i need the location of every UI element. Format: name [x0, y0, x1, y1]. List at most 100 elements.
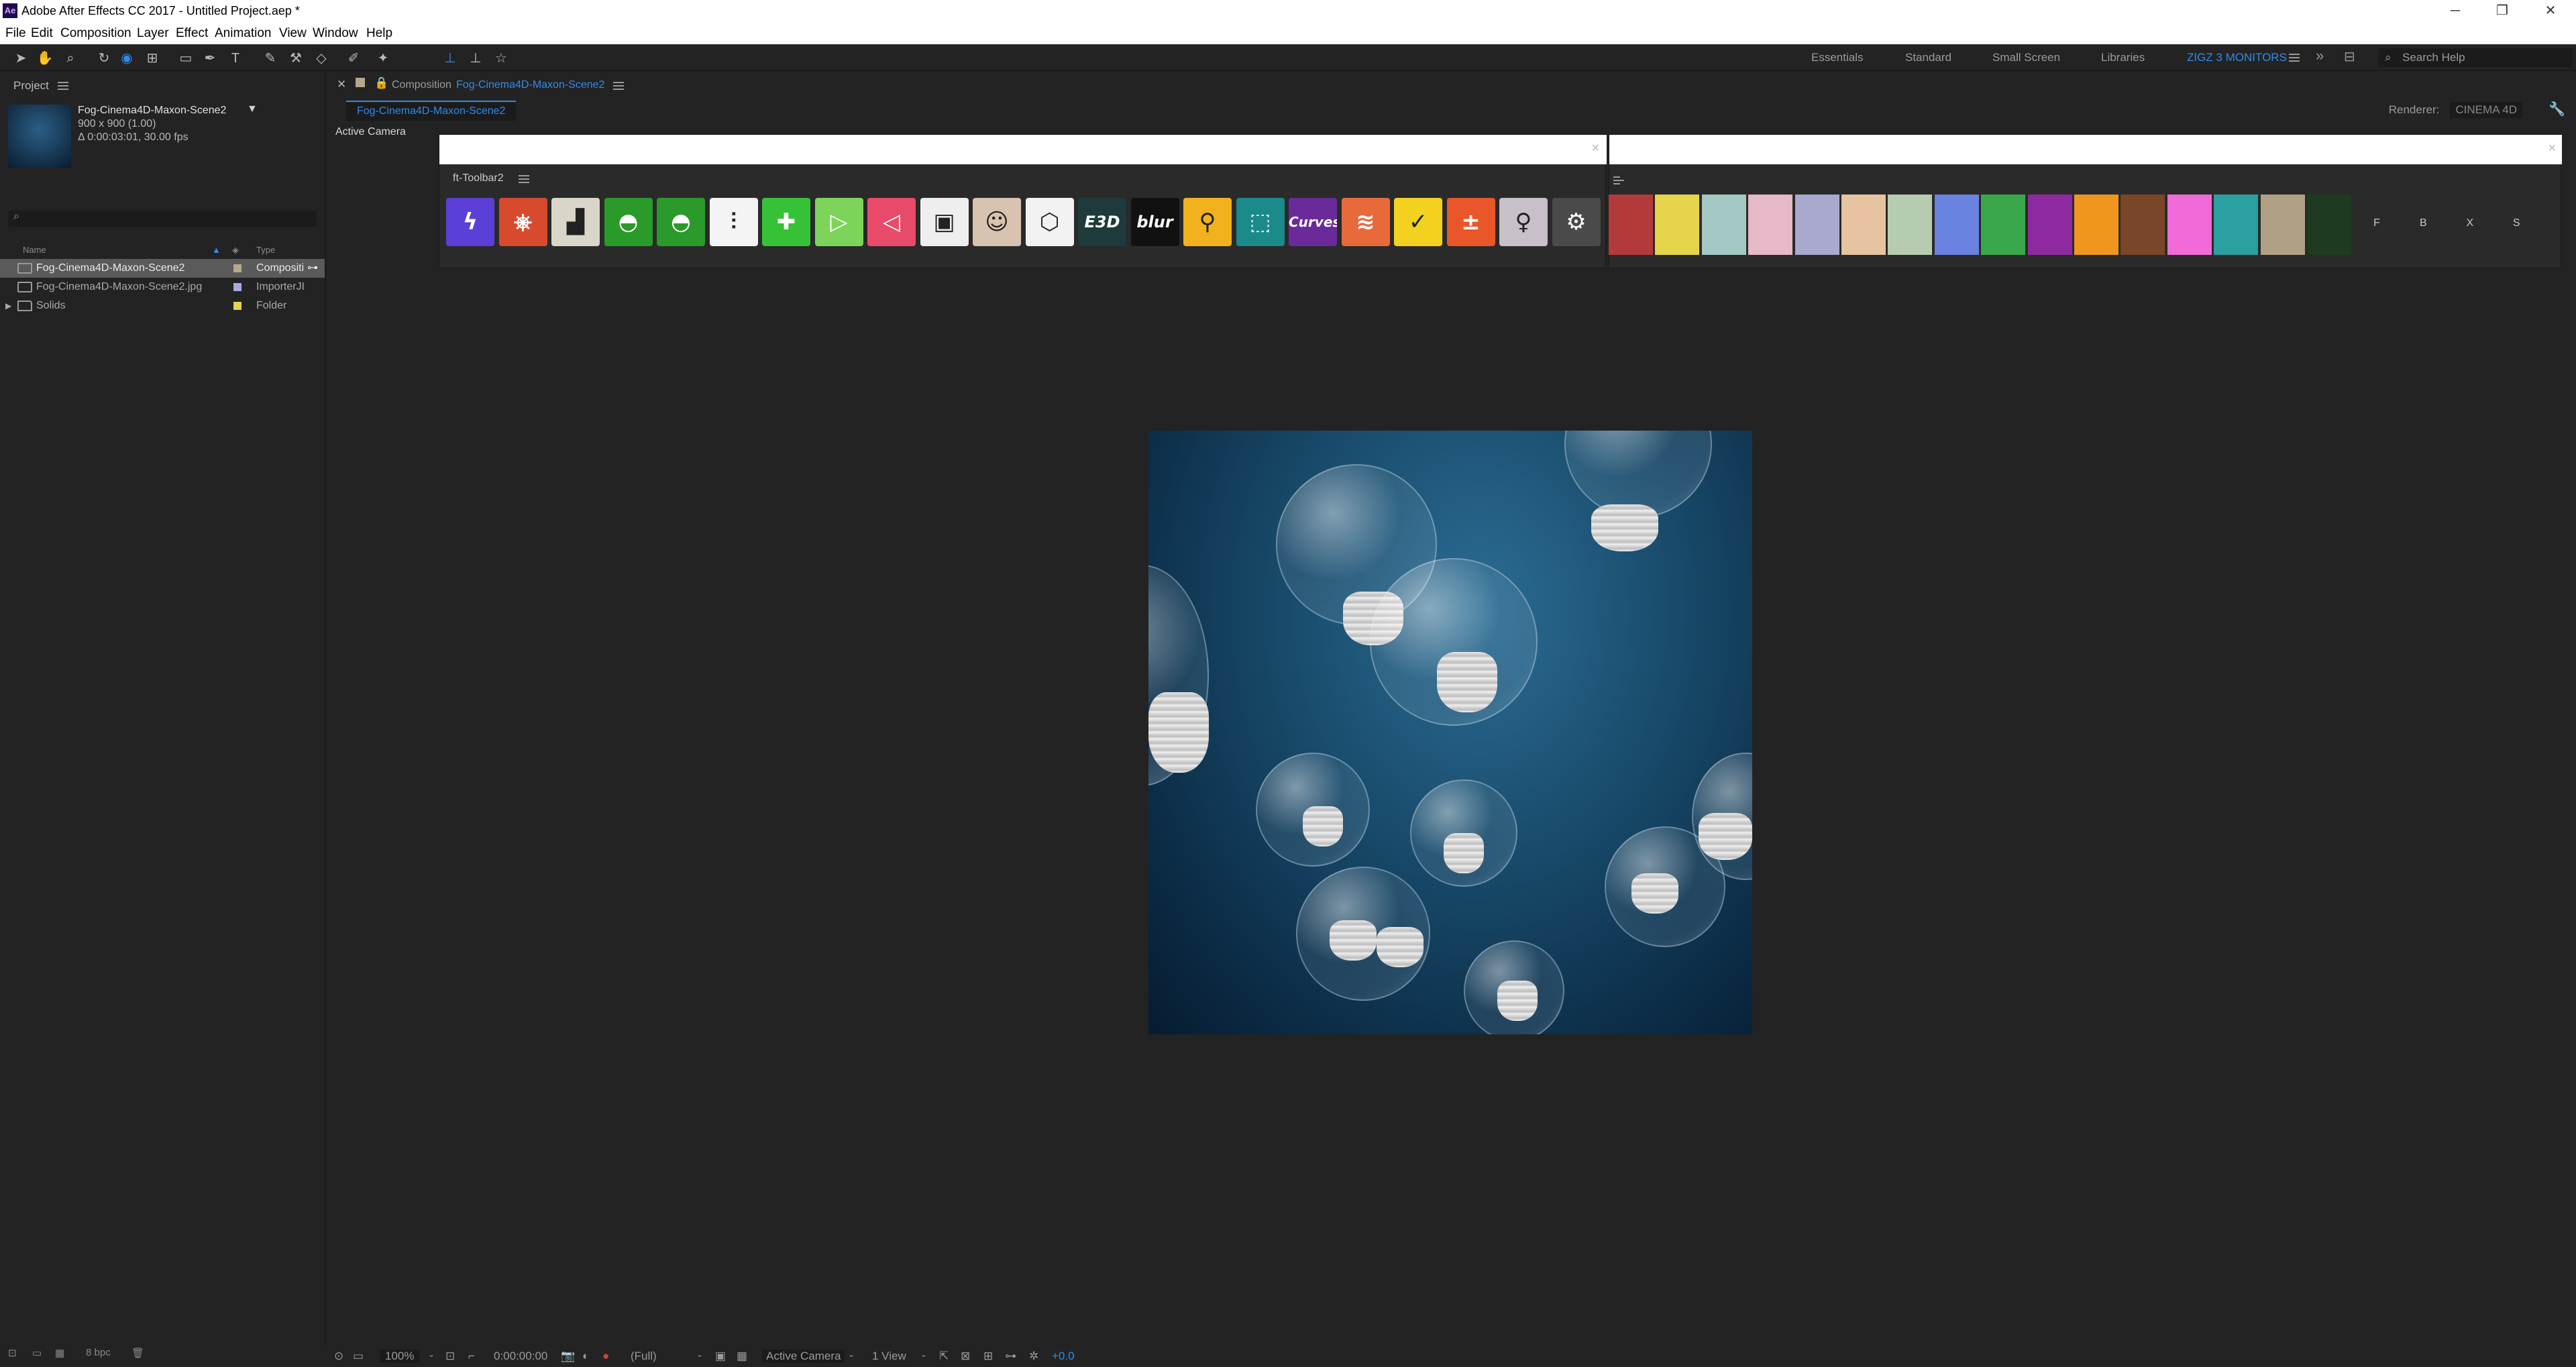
workspace-layout-icon[interactable]: ⊟: [2344, 48, 2355, 65]
column-header-type[interactable]: Type: [256, 243, 275, 258]
label-action-b-button[interactable]: B: [2401, 217, 2445, 229]
composition-tab-name[interactable]: Fog-Cinema4D-Maxon-Scene2: [456, 79, 604, 91]
type-tool-icon[interactable]: T: [227, 50, 244, 67]
chevron-down-icon[interactable]: ⌄: [920, 1350, 927, 1359]
zoom-tool-icon[interactable]: ⌕: [62, 50, 79, 67]
workspace-standard[interactable]: Standard: [1905, 51, 1951, 64]
hand-tool-icon[interactable]: ✋: [36, 50, 54, 67]
expand-arrow-icon[interactable]: ▶: [5, 296, 11, 315]
label-action-x-button[interactable]: X: [2448, 217, 2492, 229]
restore-button[interactable]: ❐: [2482, 0, 2522, 21]
workspace-essentials[interactable]: Essentials: [1811, 51, 1863, 64]
interpret-footage-icon[interactable]: ⊡: [8, 1347, 17, 1359]
close-icon[interactable]: ✕: [2548, 142, 2557, 155]
camera-rig-icon[interactable]: ⎈: [498, 198, 547, 246]
plus-play-icon[interactable]: ▷: [814, 198, 863, 246]
renderer-control[interactable]: Renderer: CINEMA 4D: [2389, 102, 2522, 118]
search-help-field[interactable]: ⌕ Search Help: [2378, 48, 2573, 67]
stairs-icon[interactable]: ▟: [551, 198, 600, 246]
joystick-icon[interactable]: ⚲: [1183, 198, 1232, 246]
local-axis-icon[interactable]: ⊥: [441, 50, 459, 67]
clapper-check-icon[interactable]: ✓: [1394, 198, 1442, 246]
label-color-swatch-16[interactable]: [2307, 195, 2351, 255]
menu-window[interactable]: Window: [313, 26, 358, 41]
eraser-tool-icon[interactable]: ◇: [313, 50, 330, 67]
view-axis-icon[interactable]: ☆: [492, 50, 510, 67]
menu-composition[interactable]: Composition: [60, 26, 131, 41]
blur-icon[interactable]: blur: [1130, 198, 1179, 246]
selection-tool-icon[interactable]: ➤: [12, 50, 30, 67]
project-item-composition[interactable]: Fog-Cinema4D-Maxon-Scene2 Compositi ⊶: [0, 259, 325, 278]
renderer-value[interactable]: CINEMA 4D: [2450, 102, 2522, 118]
safe-margins-icon[interactable]: ⊡: [445, 1350, 455, 1363]
project-tab[interactable]: Project: [13, 79, 49, 93]
project-item-image[interactable]: Fog-Cinema4D-Maxon-Scene2.jpg ImporterJI: [0, 278, 325, 296]
menu-layer[interactable]: Layer: [137, 26, 169, 41]
pan-behind-tool-icon[interactable]: ⊞: [144, 50, 161, 67]
chevron-down-icon[interactable]: ⌄: [428, 1350, 435, 1359]
menu-effect[interactable]: Effect: [176, 26, 208, 41]
region-of-interest-icon[interactable]: ▣: [715, 1350, 726, 1363]
rotate-tool-icon[interactable]: ↻: [95, 50, 113, 67]
label-color-swatch-13[interactable]: [2167, 195, 2212, 255]
figure-icon[interactable]: ♀: [1499, 198, 1548, 246]
workspace-menu-icon[interactable]: [2289, 54, 2300, 62]
composition-navigator-tab[interactable]: Fog-Cinema4D-Maxon-Scene2: [346, 101, 517, 121]
label-color-swatch-7[interactable]: [1888, 195, 1933, 255]
sort-arrow-icon[interactable]: ▲: [212, 243, 221, 258]
settings-gear-icon[interactable]: ⚙: [1552, 198, 1601, 246]
flowchart-icon[interactable]: ⊶: [1005, 1350, 1016, 1363]
column-header-name[interactable]: Name: [23, 243, 46, 258]
close-button[interactable]: ✕: [2530, 0, 2571, 21]
item-dropdown-icon[interactable]: ▼: [247, 103, 258, 115]
show-snapshot-icon[interactable]: ◐: [582, 1350, 589, 1363]
current-time[interactable]: 0:00:00:00: [494, 1350, 547, 1363]
new-composition-icon[interactable]: ▦: [55, 1347, 64, 1359]
menu-animation[interactable]: Animation: [215, 26, 272, 41]
roto-brush-tool-icon[interactable]: ✐: [345, 50, 362, 67]
crop-frame-icon[interactable]: ⬚: [1236, 198, 1285, 246]
delete-icon[interactable]: 🗑: [131, 1347, 144, 1359]
magnification-dropdown[interactable]: 100%: [380, 1350, 420, 1363]
menu-view[interactable]: View: [279, 26, 307, 41]
lightning-icon[interactable]: ϟ: [446, 198, 494, 246]
brush-tool-icon[interactable]: ✎: [262, 50, 279, 67]
cube-icon[interactable]: ⬡: [1025, 198, 1074, 246]
sliders-icon[interactable]: ⫶: [709, 198, 758, 246]
wrench-icon[interactable]: 🔧: [2548, 101, 2565, 117]
label-color-swatch-8[interactable]: [1934, 195, 1979, 255]
label-action-s-button[interactable]: S: [2494, 217, 2538, 229]
motion-icon[interactable]: ≋: [1341, 198, 1390, 246]
plus-cross-icon[interactable]: ✚: [762, 198, 810, 246]
close-icon[interactable]: ✕: [1591, 142, 1600, 155]
menu-file[interactable]: File: [5, 26, 26, 41]
label-color-swatch-9[interactable]: [1981, 195, 2026, 255]
label-color-swatch-6[interactable]: [1841, 195, 1886, 255]
ft-toolbar-menu-icon[interactable]: [519, 175, 529, 183]
clone-stamp-tool-icon[interactable]: ⚒: [287, 50, 305, 67]
toggle-pixel-aspect-icon[interactable]: ⇱: [939, 1350, 949, 1363]
label-color-swatch-11[interactable]: [2074, 195, 2118, 255]
workspace-libraries[interactable]: Libraries: [2101, 51, 2145, 64]
new-folder-icon[interactable]: ▭: [32, 1347, 42, 1359]
label-color-swatch-12[interactable]: [2121, 195, 2165, 255]
snapshot-camera-icon[interactable]: 📷: [561, 1350, 575, 1363]
chevron-down-icon[interactable]: ⌄: [696, 1350, 703, 1359]
mask-visibility-icon[interactable]: ⌐: [468, 1350, 475, 1363]
label-color-swatch-3[interactable]: [1701, 195, 1746, 255]
3d-view-dropdown[interactable]: Active Camera: [762, 1350, 845, 1363]
world-axis-icon[interactable]: ⊥: [467, 50, 484, 67]
project-item-folder[interactable]: ▶ Solids Folder: [0, 296, 325, 315]
project-search-input[interactable]: ⌕: [8, 211, 317, 227]
calculator-icon[interactable]: ±: [1446, 198, 1495, 246]
flowchart-icon[interactable]: ⊶: [307, 259, 318, 278]
menu-help[interactable]: Help: [366, 26, 392, 41]
pen-tool-icon[interactable]: ✒: [201, 50, 219, 67]
puppet-tool-icon[interactable]: ✦: [374, 50, 392, 67]
label-color-swatch-14[interactable]: [2214, 195, 2259, 255]
view-layout-dropdown[interactable]: 1 View: [872, 1350, 906, 1363]
always-preview-icon[interactable]: ⊙: [334, 1350, 343, 1363]
label-color-swatch-10[interactable]: [2027, 195, 2072, 255]
channel-icon[interactable]: ●: [602, 1350, 609, 1363]
composition-panel-menu-icon[interactable]: [613, 82, 624, 90]
